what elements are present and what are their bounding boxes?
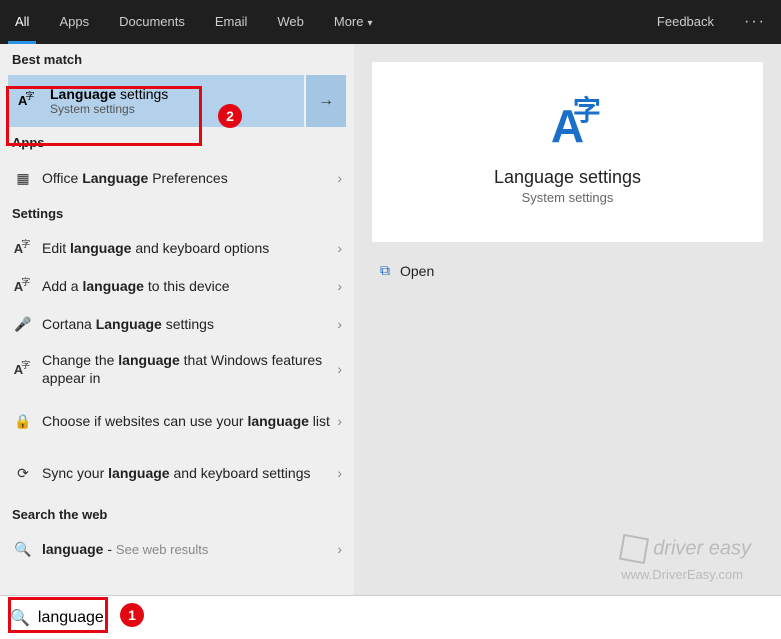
web-result-item[interactable]: 🔍 language - See web results › bbox=[0, 530, 354, 568]
chevron-right-icon: › bbox=[337, 278, 342, 294]
more-options-button[interactable]: ··· bbox=[729, 13, 781, 31]
app-result-item[interactable]: ▦ Office Language Preferences › bbox=[0, 158, 354, 198]
best-match-expand-button[interactable]: → bbox=[306, 75, 346, 127]
language-icon bbox=[12, 361, 34, 377]
chevron-right-icon: › bbox=[337, 413, 342, 429]
settings-result-item[interactable]: Change the language that Windows feature… bbox=[0, 343, 354, 395]
chevron-right-icon: › bbox=[337, 170, 342, 186]
search-bar: 🔍 bbox=[0, 595, 781, 639]
tab-more[interactable]: More bbox=[319, 0, 388, 44]
tab-all[interactable]: All bbox=[0, 0, 44, 44]
tab-apps[interactable]: Apps bbox=[44, 0, 104, 44]
app-icon: ▦ bbox=[12, 170, 34, 187]
microphone-icon: 🎤 bbox=[12, 316, 34, 333]
language-icon bbox=[12, 240, 34, 256]
tab-documents[interactable]: Documents bbox=[104, 0, 200, 44]
chevron-right-icon: › bbox=[337, 316, 342, 332]
preview-subtitle: System settings bbox=[522, 190, 614, 205]
search-icon: 🔍 bbox=[12, 541, 34, 558]
annotation-number-2: 2 bbox=[218, 104, 242, 128]
annotation-number-1: 1 bbox=[120, 603, 144, 627]
preview-card: A字 Language settings System settings bbox=[372, 62, 763, 242]
section-apps: Apps bbox=[0, 127, 354, 158]
watermark: driver easy www.DriverEasy.com bbox=[621, 536, 751, 584]
open-icon: ⧉ bbox=[380, 262, 390, 279]
section-search-web: Search the web bbox=[0, 499, 354, 530]
settings-result-item[interactable]: 🎤 Cortana Language settings › bbox=[0, 305, 354, 343]
language-icon: A字 bbox=[551, 99, 584, 153]
chevron-right-icon: › bbox=[337, 361, 342, 377]
tab-email[interactable]: Email bbox=[200, 0, 263, 44]
open-action[interactable]: ⧉ Open bbox=[372, 258, 763, 283]
chevron-right-icon: › bbox=[337, 240, 342, 256]
settings-result-item[interactable]: 🔒 Choose if websites can use your langua… bbox=[0, 395, 354, 447]
best-match-item[interactable]: Language settings System settings bbox=[8, 75, 304, 127]
search-input[interactable] bbox=[38, 609, 771, 627]
lock-icon: 🔒 bbox=[12, 413, 34, 430]
search-scope-tabs: All Apps Documents Email Web More Feedba… bbox=[0, 0, 781, 44]
results-pane: Best match Language settings System sett… bbox=[0, 44, 354, 595]
settings-result-item[interactable]: Edit language and keyboard options › bbox=[0, 229, 354, 267]
search-icon: 🔍 bbox=[10, 608, 30, 628]
chevron-right-icon: › bbox=[337, 541, 342, 557]
section-best-match: Best match bbox=[0, 44, 354, 75]
preview-pane: A字 Language settings System settings ⧉ O… bbox=[354, 44, 781, 595]
section-settings: Settings bbox=[0, 198, 354, 229]
settings-result-item[interactable]: Add a language to this device › bbox=[0, 267, 354, 305]
sync-icon: ⟳ bbox=[12, 465, 34, 482]
settings-result-item[interactable]: ⟳ Sync your language and keyboard settin… bbox=[0, 447, 354, 499]
preview-title: Language settings bbox=[494, 167, 641, 188]
feedback-link[interactable]: Feedback bbox=[642, 0, 729, 44]
language-icon bbox=[18, 92, 40, 110]
tab-web[interactable]: Web bbox=[262, 0, 319, 44]
chevron-right-icon: › bbox=[337, 465, 342, 481]
language-icon bbox=[12, 278, 34, 294]
